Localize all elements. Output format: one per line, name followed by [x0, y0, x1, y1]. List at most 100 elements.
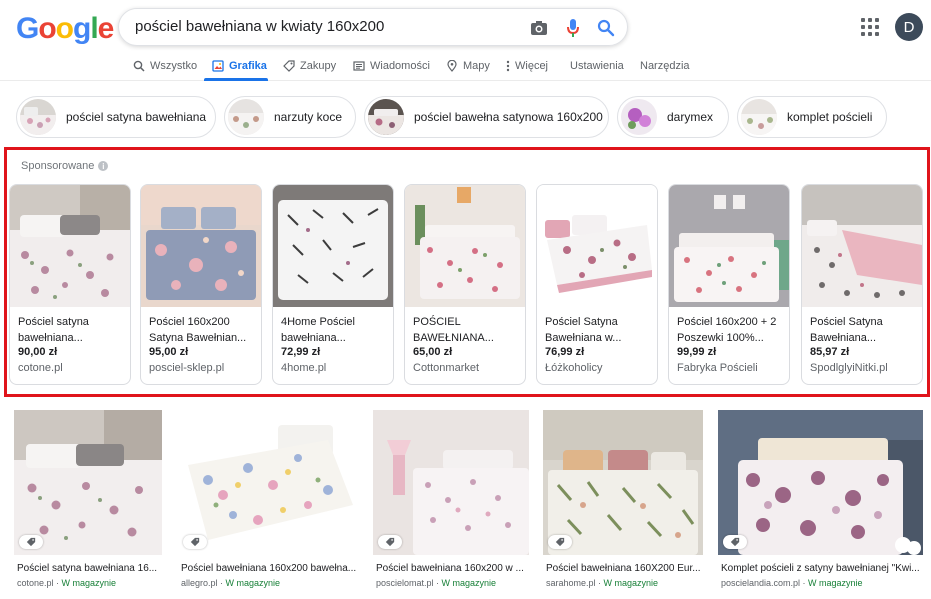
- product-title: 4Home Pościel bawełniana...: [281, 316, 355, 344]
- avatar[interactable]: D: [895, 13, 923, 41]
- search-icon[interactable]: [596, 18, 616, 38]
- product-price: 72,99 zł: [281, 346, 321, 358]
- sponsored-product-card[interactable]: Pościel 160x200 + 2 Poszewki 100%... 99,…: [668, 184, 790, 385]
- separator: ·: [433, 578, 442, 588]
- related-search-chip[interactable]: pościel bawełna satynowa 160x200: [364, 96, 609, 138]
- result-image[interactable]: [718, 410, 923, 555]
- in-stock-label: W magazynie: [441, 578, 497, 588]
- sponsored-product-card[interactable]: Pościel 160x200 Satyna Bawełnian... 95,0…: [140, 184, 262, 385]
- logo-letter: G: [16, 12, 39, 45]
- tab-more[interactable]: Więcej: [506, 56, 548, 76]
- sponsored-label: Sponsorowane i: [21, 160, 109, 172]
- tab-label: Więcej: [515, 60, 549, 72]
- sponsored-product-card[interactable]: POŚCIEL BAWEŁNIANA... 65,00 zł Cottonmar…: [404, 184, 526, 385]
- shopping-tag-icon: [183, 535, 207, 549]
- in-stock-label: W magazynie: [225, 578, 281, 588]
- search-icon: [133, 60, 145, 72]
- separator: ·: [800, 578, 809, 588]
- result-source: cotone.pl · W magazynie: [17, 578, 116, 588]
- tab-tools[interactable]: Narzędzia: [640, 56, 690, 76]
- chip-thumbnail: [621, 99, 657, 135]
- image-result[interactable]: Pościel bawełniana 160X200 Eur... saraho…: [543, 410, 703, 588]
- logo-letter: g: [73, 12, 91, 45]
- image-result[interactable]: Pościel satyna bawełniana 16... cotone.p…: [14, 410, 164, 588]
- related-search-chip[interactable]: komplet pościeli: [737, 96, 887, 138]
- sponsored-product-card[interactable]: 4Home Pościel bawełniana... 72,99 zł 4ho…: [272, 184, 394, 385]
- separator: ·: [217, 578, 226, 588]
- result-title[interactable]: Pościel bawełniana 160x200 w ...: [376, 563, 529, 574]
- product-image: [10, 185, 130, 307]
- result-title[interactable]: Pościel satyna bawełniana 16...: [17, 563, 162, 574]
- google-logo[interactable]: Google: [16, 12, 115, 46]
- logo-letter: e: [97, 12, 115, 45]
- tab-label: Ustawienia: [570, 60, 624, 72]
- sponsored-product-card[interactable]: Pościel Satyna Bawełniana w... 76,99 zł …: [536, 184, 658, 385]
- in-stock-label: W magazynie: [603, 578, 659, 588]
- search-box[interactable]: [118, 8, 628, 46]
- product-image: [669, 185, 789, 307]
- shopping-tag-icon: [378, 535, 402, 549]
- result-title[interactable]: Pościel bawełniana 160x200 bawełna...: [181, 563, 358, 574]
- separator: ·: [53, 578, 62, 588]
- result-image[interactable]: [373, 410, 529, 555]
- result-source: allegro.pl · W magazynie: [181, 578, 280, 588]
- product-price: 65,00 zł: [413, 346, 453, 358]
- tab-maps[interactable]: Mapy: [446, 56, 490, 76]
- product-store: Łóżkoholicy: [545, 362, 603, 374]
- product-image: [405, 185, 525, 307]
- tab-label: Wiadomości: [370, 60, 430, 72]
- tab-label: Grafika: [229, 60, 267, 72]
- product-image: [141, 185, 261, 307]
- chip-thumbnail: [228, 99, 264, 135]
- in-stock-label: W magazynie: [808, 578, 863, 588]
- related-search-chip[interactable]: narzuty koce: [224, 96, 356, 138]
- related-search-chip[interactable]: pościel satyna bawełniana: [16, 96, 216, 138]
- sponsored-text: Sponsorowane: [21, 160, 95, 172]
- result-source: poscielandia.com.pl · W magazynie: [721, 578, 863, 588]
- search-tabs: Wszystko Grafika Zakupy Wiadomości Mapy …: [0, 50, 931, 81]
- result-image[interactable]: [14, 410, 162, 555]
- tab-news[interactable]: Wiadomości: [353, 56, 430, 76]
- product-title: Pościel Satyna Bawełniana w...: [545, 316, 622, 344]
- result-source: poscielomat.pl · W magazynie: [376, 578, 496, 588]
- camera-icon[interactable]: [529, 18, 549, 38]
- chip-label: narzuty koce: [274, 110, 343, 124]
- result-image[interactable]: [543, 410, 703, 555]
- chip-label: pościel bawełna satynowa 160x200: [414, 110, 603, 124]
- tab-label: Wszystko: [150, 60, 198, 72]
- image-result[interactable]: Pościel bawełniana 160x200 bawełna... al…: [178, 410, 358, 588]
- related-search-chip[interactable]: darymex: [617, 96, 729, 138]
- chip-label: darymex: [667, 110, 714, 124]
- info-icon[interactable]: i: [98, 161, 109, 171]
- tab-settings[interactable]: Ustawienia: [570, 56, 624, 76]
- product-price: 85,97 zł: [810, 346, 850, 358]
- product-title: Pościel 160x200 + 2 Poszewki 100%...: [677, 316, 777, 344]
- product-store: Fabryka Pościeli: [677, 362, 758, 374]
- product-title: Pościel 160x200 Satyna Bawełnian...: [149, 316, 247, 344]
- in-stock-label: W magazynie: [61, 578, 117, 588]
- logo-letter: o: [55, 12, 74, 45]
- result-image[interactable]: [178, 410, 358, 555]
- source-domain: cotone.pl: [17, 578, 54, 588]
- image-result[interactable]: Komplet pościeli z satyny bawełnianej "K…: [718, 410, 923, 588]
- search-input[interactable]: [135, 18, 515, 35]
- sponsored-product-card[interactable]: Pościel satyna bawełniana... 90,00 zł co…: [9, 184, 131, 385]
- logo-letter: o: [38, 12, 56, 45]
- tab-all[interactable]: Wszystko: [133, 56, 197, 76]
- logo-letter: l: [90, 12, 98, 45]
- product-title: POŚCIEL BAWEŁNIANA...: [413, 316, 494, 344]
- separator: ·: [595, 578, 604, 588]
- tab-shopping[interactable]: Zakupy: [283, 56, 336, 76]
- product-store: posciel-sklep.pl: [149, 362, 225, 374]
- sponsored-product-card[interactable]: Pościel Satyna Bawełniana... 85,97 zł Sp…: [801, 184, 923, 385]
- product-image: [537, 185, 657, 307]
- result-title[interactable]: Komplet pościeli z satyny bawełnianej "K…: [721, 563, 919, 574]
- result-title[interactable]: Pościel bawełniana 160X200 Eur...: [546, 563, 703, 574]
- apps-grid-icon[interactable]: [861, 18, 879, 36]
- shopping-tag-icon: [723, 535, 747, 549]
- newspaper-icon: [353, 61, 365, 71]
- image-result[interactable]: Pościel bawełniana 160x200 w ... posciel…: [373, 410, 529, 588]
- tab-images[interactable]: Grafika: [212, 56, 267, 76]
- microphone-icon[interactable]: [563, 18, 583, 38]
- more-vert-icon: [506, 60, 510, 72]
